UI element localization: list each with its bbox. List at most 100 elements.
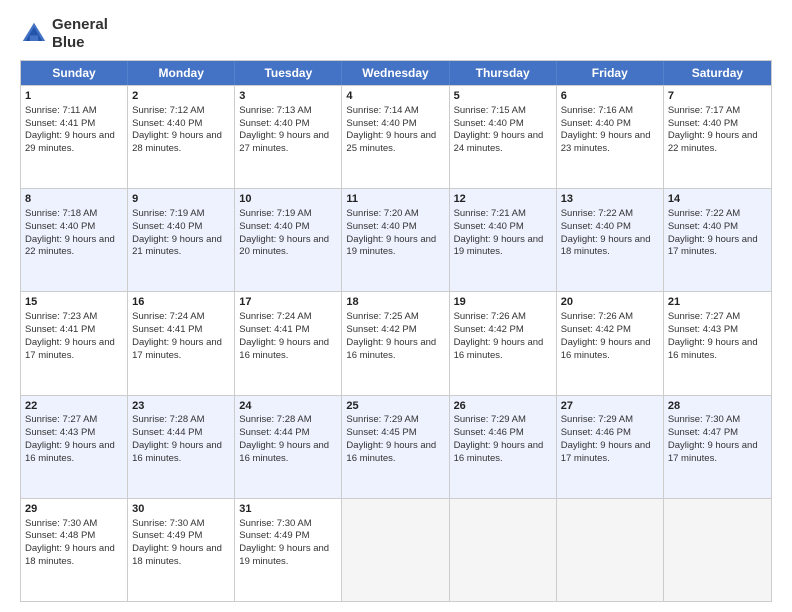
daylight: Daylight: 9 hours and 29 minutes. [25,130,115,154]
sunrise: Sunrise: 7:30 AM [668,414,740,425]
sunrise: Sunrise: 7:24 AM [132,311,204,322]
sunrise: Sunrise: 7:19 AM [132,208,204,219]
calendar-cell: 1Sunrise: 7:11 AMSunset: 4:41 PMDaylight… [21,86,128,188]
logo-text: General Blue [52,16,108,52]
day-number: 22 [25,399,123,414]
day-number: 29 [25,502,123,517]
calendar-cell: 4Sunrise: 7:14 AM Sunset: 4:40 PMDaylight… [342,86,449,188]
sunrise: Sunrise: 7:30 AM [132,518,204,529]
day-number: 26 [454,399,552,414]
day-of-week-header: Saturday [664,61,771,85]
calendar-cell: 25Sunrise: 7:29 AMSunset: 4:45 PMDayligh… [342,396,449,498]
calendar-cell: 29Sunrise: 7:30 AMSunset: 4:48 PMDayligh… [21,499,128,601]
day-number: 8 [25,192,123,207]
daylight: Daylight: 9 hours and 25 minutes. [346,130,436,154]
sunrise: Sunrise: 7:29 AM [454,414,526,425]
sunset: Sunset: 4:46 PM [454,427,524,438]
sunset: Sunset: 4:46 PM [561,427,631,438]
sunrise: Sunrise: 7:23 AM [25,311,97,322]
day-number: 7 [668,89,767,104]
sunrise: Sunrise: 7:14 AM [346,105,418,116]
daylight: Daylight: 9 hours and 16 minutes. [239,440,329,464]
sunset: Sunset: 4:41 PM [132,324,202,335]
day-number: 31 [239,502,337,517]
calendar-body: 1Sunrise: 7:11 AM Sunset: 4:41 PM Daylight… [21,85,771,601]
daylight: Daylight: 9 hours and 17 minutes. [668,234,758,258]
day-number: 13 [561,192,659,207]
day-number: 18 [346,295,444,310]
sunrise: Sunrise: 7:29 AM [346,414,418,425]
sunrise: Sunrise: 7:11 AM [25,105,97,116]
sunset: Sunset: 4:43 PM [668,324,738,335]
calendar-cell: 27Sunrise: 7:29 AMSunset: 4:46 PMDayligh… [557,396,664,498]
day-of-week-header: Monday [128,61,235,85]
daylight: Daylight: 9 hours and 17 minutes. [132,337,222,361]
sunrise: Sunrise: 7:22 AM [561,208,633,219]
sunrise: Sunrise: 7:22 AM [668,208,740,219]
daylight: Daylight: 9 hours and 18 minutes. [132,543,222,567]
calendar-cell: 8Sunrise: 7:18 AMSunset: 4:40 PMDaylight… [21,189,128,291]
calendar-cell: 31Sunrise: 7:30 AMSunset: 4:49 PMDayligh… [235,499,342,601]
calendar-cell: 6Sunrise: 7:16 AMSunset: 4:40 PMDaylight… [557,86,664,188]
daylight: Daylight: 9 hours and 16 minutes. [25,440,115,464]
daylight: Daylight: 9 hours and 19 minutes. [454,234,544,258]
daylight: Daylight: 9 hours and 17 minutes. [25,337,115,361]
sunset: Sunset: 4:48 PM [25,530,95,541]
sunset: Sunset: 4:42 PM [561,324,631,335]
calendar-cell: 23Sunrise: 7:28 AMSunset: 4:44 PMDayligh… [128,396,235,498]
page: General Blue SundayMondayTuesdayWednesda… [0,0,792,612]
calendar-row: 29Sunrise: 7:30 AMSunset: 4:48 PMDayligh… [21,498,771,601]
calendar-cell: 9Sunrise: 7:19 AMSunset: 4:40 PMDaylight… [128,189,235,291]
calendar-cell [450,499,557,601]
daylight: Daylight: 9 hours and 16 minutes. [454,440,544,464]
sunset: Sunset: 4:44 PM [132,427,202,438]
day-of-week-header: Sunday [21,61,128,85]
calendar-cell: 24Sunrise: 7:28 AMSunset: 4:44 PMDayligh… [235,396,342,498]
sunset: Sunset: 4:40 PM [668,118,738,129]
day-number: 27 [561,399,659,414]
day-of-week-header: Wednesday [342,61,449,85]
sunrise: Sunrise: 7:15 AM [454,105,526,116]
day-number: 20 [561,295,659,310]
sunrise: Sunrise: 7:30 AM [239,518,311,529]
sunrise: Sunrise: 7:25 AM [346,311,418,322]
daylight: Daylight: 9 hours and 16 minutes. [346,440,436,464]
day-number: 10 [239,192,337,207]
sunrise: Sunrise: 7:12 AM [132,105,204,116]
sunrise: Sunrise: 7:30 AM [25,518,97,529]
day-number: 9 [132,192,230,207]
sunset: Sunset: 4:40 PM [25,221,95,232]
day-of-week-header: Tuesday [235,61,342,85]
daylight: Daylight: 9 hours and 18 minutes. [561,234,651,258]
day-number: 12 [454,192,552,207]
day-number: 4 [346,89,444,104]
calendar-cell: 10Sunrise: 7:19 AMSunset: 4:40 PMDayligh… [235,189,342,291]
calendar-cell: 13Sunrise: 7:22 AM Sunset: 4:40 PM Dayligh… [557,189,664,291]
sunset: Sunset: 4:40 PM [561,221,631,232]
sunrise: Sunrise: 7:27 AM [668,311,740,322]
daylight: Daylight: 9 hours and 16 minutes. [561,337,651,361]
calendar-cell: 20Sunrise: 7:26 AM Sunset: 4:42 PM Dayligh… [557,292,664,394]
day-number: 1 [25,89,123,104]
day-number: 14 [668,192,767,207]
calendar-cell: 14Sunrise: 7:22 AM Sunset: 4:40 PM Dayligh… [664,189,771,291]
calendar-cell: 22Sunrise: 7:27 AMSunset: 4:43 PMDayligh… [21,396,128,498]
calendar-cell: 15Sunrise: 7:23 AMSunset: 4:41 PMDayligh… [21,292,128,394]
calendar-cell: 30Sunrise: 7:30 AMSunset: 4:49 PMDayligh… [128,499,235,601]
day-number: 11 [346,192,444,207]
sunset: Sunset: 4:40 PM [561,118,631,129]
day-number: 23 [132,399,230,414]
sunrise: Sunrise: 7:13 AM [239,105,311,116]
daylight: Daylight: 9 hours and 16 minutes. [346,337,436,361]
sunrise: Sunrise: 7:26 AM [561,311,633,322]
sunset: Sunset: 4:42 PM [346,324,416,335]
calendar-cell: 16Sunrise: 7:24 AMSunset: 4:41 PMDayligh… [128,292,235,394]
sunset: Sunset: 4:40 PM [346,118,416,129]
calendar-cell: 28Sunrise: 7:30 AMSunset: 4:47 PMDayligh… [664,396,771,498]
calendar-header: SundayMondayTuesdayWednesdayThursdayFrid… [21,61,771,85]
daylight: Daylight: 9 hours and 23 minutes. [561,130,651,154]
sunset: Sunset: 4:40 PM [346,221,416,232]
day-number: 19 [454,295,552,310]
sunset: Sunset: 4:40 PM [668,221,738,232]
calendar-cell: 3Sunrise: 7:13 AMSunset: 4:40 PMDaylight… [235,86,342,188]
